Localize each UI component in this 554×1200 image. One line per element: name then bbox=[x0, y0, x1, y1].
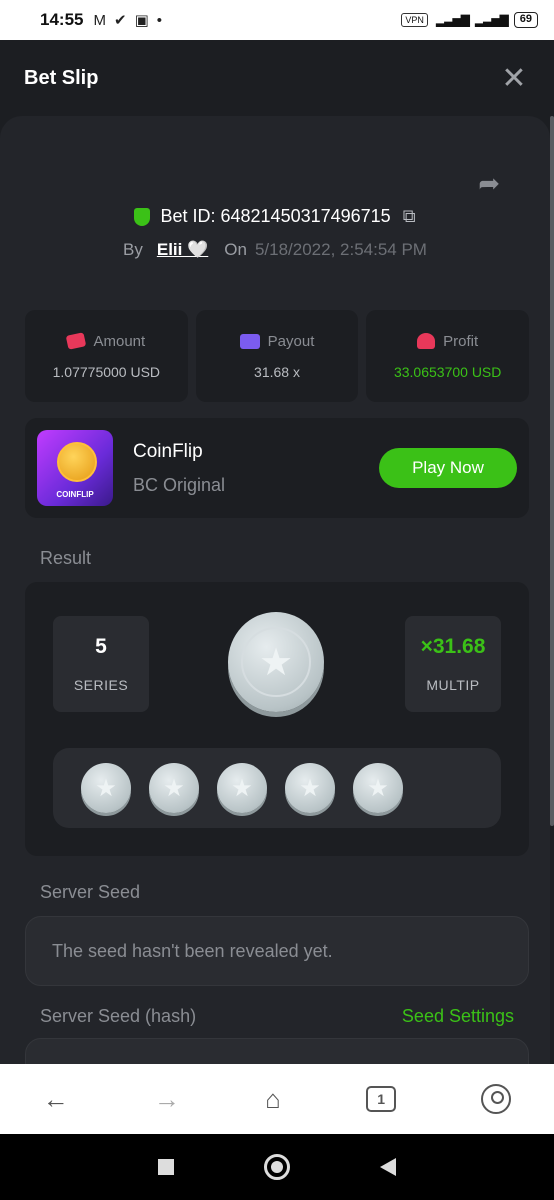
result-panel: 5 SERIES ★ ×31.68 MULTIP ★ ★ ★ ★ ★ bbox=[25, 582, 529, 856]
stat-amount: Amount 1.07775000 USD bbox=[25, 310, 188, 402]
play-now-button[interactable]: Play Now bbox=[379, 448, 517, 488]
server-seed-field: The seed hasn't been revealed yet. bbox=[25, 916, 529, 986]
game-row: COINFLIP CoinFlip BC Original Play Now bbox=[25, 418, 529, 518]
server-seed-hash-field bbox=[25, 1038, 529, 1064]
game-name: CoinFlip bbox=[133, 440, 203, 462]
bet-meta-row: By Elii 🤍 On 5/18/2022, 2:54:54 PM bbox=[0, 240, 550, 260]
server-seed-label: Server Seed bbox=[40, 882, 141, 902]
tabs-icon[interactable]: 1 bbox=[366, 1086, 397, 1112]
multiplier-label: MULTIP bbox=[426, 677, 480, 693]
status-bar: 14:55 M ✔ ▣ • VPN ▂▃▅▇ ▂▃▅▇ 69 bbox=[0, 0, 554, 40]
check-icon: ✔ bbox=[113, 12, 127, 29]
app-notification-icon: ▣ bbox=[134, 12, 149, 29]
payout-icon bbox=[239, 333, 260, 349]
result-coin-icon: ★ bbox=[228, 612, 324, 712]
page-title: Bet Slip bbox=[24, 66, 99, 89]
star-coin-icon: ★ bbox=[81, 763, 131, 813]
coinflip-game-thumbnail[interactable]: COINFLIP bbox=[37, 430, 113, 506]
result-label: Result bbox=[40, 548, 92, 568]
multiplier-box: ×31.68 MULTIP bbox=[405, 616, 501, 712]
amount-icon bbox=[66, 332, 87, 350]
status-time: 14:55 bbox=[40, 10, 84, 29]
bet-slip-header: Bet Slip ✕ bbox=[0, 40, 554, 116]
stat-label: Amount bbox=[93, 332, 146, 350]
star-coin-icon: ★ bbox=[217, 763, 267, 813]
on-label: On bbox=[224, 240, 247, 259]
bet-slip-card: ➦ Bet ID: 64821450317496715 ⧉ By Elii 🤍 … bbox=[0, 116, 550, 1064]
username-link[interactable]: Elii 🤍 bbox=[157, 240, 208, 260]
server-seed-hash-label: Server Seed (hash) bbox=[40, 1006, 197, 1026]
stat-value: 31.68 x bbox=[254, 363, 300, 380]
close-icon[interactable]: ✕ bbox=[498, 61, 530, 96]
series-value: 5 bbox=[95, 635, 107, 658]
forward-arrow-icon[interactable]: → bbox=[154, 1084, 180, 1115]
signal-icon: ▂▃▅▇ bbox=[474, 13, 509, 27]
stat-value: 1.07775000 USD bbox=[52, 363, 161, 380]
series-box: 5 SERIES bbox=[53, 616, 149, 712]
copy-icon[interactable]: ⧉ bbox=[403, 206, 416, 227]
stat-label: Payout bbox=[267, 332, 315, 350]
vpn-badge: VPN bbox=[401, 13, 428, 27]
bet-date: 5/18/2022, 2:54:54 PM bbox=[254, 240, 427, 259]
coin-series-row: ★ ★ ★ ★ ★ bbox=[53, 748, 501, 828]
scrollbar[interactable] bbox=[550, 116, 554, 826]
thumbnail-label: COINFLIP bbox=[56, 490, 94, 499]
signal-4g-icon: ▂▃▅▇ bbox=[435, 13, 470, 27]
back-triangle-icon[interactable] bbox=[380, 1158, 396, 1176]
share-icon[interactable]: ➦ bbox=[478, 168, 500, 199]
profile-icon[interactable] bbox=[481, 1084, 512, 1114]
star-coin-icon: ★ bbox=[353, 763, 403, 813]
game-subtitle: BC Original bbox=[133, 474, 226, 495]
bet-id-row: Bet ID: 64821450317496715 ⧉ bbox=[0, 206, 550, 227]
game-info: CoinFlip BC Original bbox=[133, 441, 379, 496]
by-label: By bbox=[123, 240, 143, 259]
battery-icon: 69 bbox=[513, 12, 538, 28]
series-label: SERIES bbox=[73, 677, 129, 693]
stat-profit: Profit 33.0653700 USD bbox=[366, 310, 530, 402]
star-coin-icon: ★ bbox=[149, 763, 199, 813]
bet-id-label: Bet ID: bbox=[160, 206, 216, 226]
system-nav-bar bbox=[0, 1134, 554, 1200]
bet-id-value: 64821450317496715 bbox=[220, 206, 391, 226]
gmail-icon: M bbox=[93, 11, 106, 29]
home-icon[interactable]: ⌂ bbox=[265, 1084, 281, 1115]
bet-stats: Amount 1.07775000 USD Payout 31.68 x Pro… bbox=[25, 310, 530, 402]
profit-icon bbox=[417, 333, 436, 349]
multiplier-value: ×31.68 bbox=[420, 635, 486, 658]
stat-label: Profit bbox=[443, 332, 479, 350]
star-icon: ★ bbox=[241, 627, 311, 697]
stat-value: 33.0653700 USD bbox=[393, 363, 502, 380]
browser-nav-bar: ← → ⌂ 1 bbox=[0, 1064, 554, 1134]
coin-icon bbox=[57, 442, 97, 482]
recents-icon[interactable] bbox=[158, 1159, 174, 1175]
stat-payout: Payout 31.68 x bbox=[195, 310, 359, 402]
seed-settings-link[interactable]: Seed Settings bbox=[402, 1006, 514, 1027]
back-arrow-icon[interactable]: ← bbox=[43, 1084, 69, 1115]
shield-icon bbox=[134, 207, 151, 226]
dot-icon: • bbox=[156, 11, 163, 29]
star-coin-icon: ★ bbox=[285, 763, 335, 813]
home-circle-icon[interactable] bbox=[264, 1154, 290, 1180]
